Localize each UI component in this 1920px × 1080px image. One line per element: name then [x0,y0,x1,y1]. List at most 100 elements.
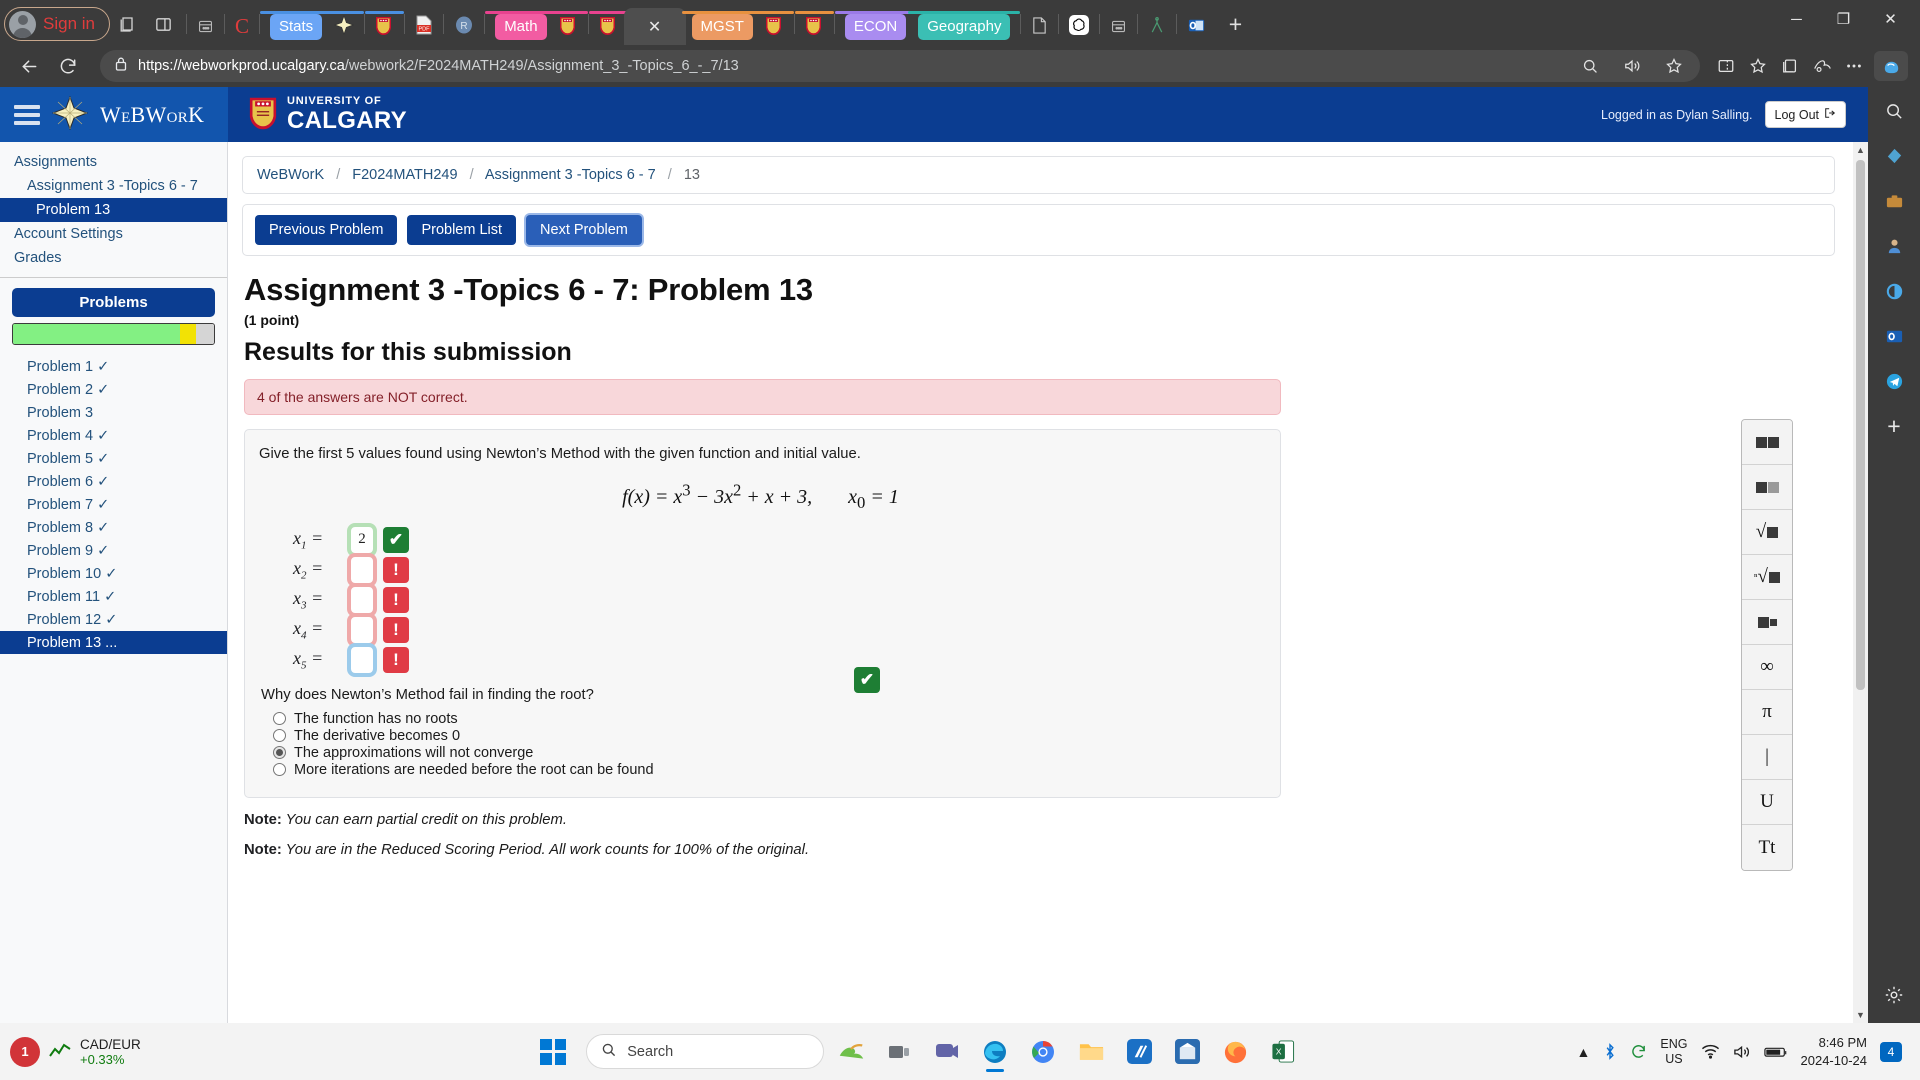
taskbar-chrome-icon[interactable] [1022,1031,1064,1073]
problem-link-6[interactable]: Problem 6 ✓ [0,470,227,493]
tab-webwork[interactable] [324,8,365,45]
sidebar-item-account-settings[interactable]: Account Settings [0,222,227,246]
problem-list-button[interactable]: Problem List [407,215,517,245]
tab-chatgpt[interactable] [1063,8,1095,45]
tab-notes-2[interactable] [1104,8,1133,45]
tab-econ[interactable]: ECON [834,8,917,45]
scroll-down-arrow-icon[interactable]: ▼ [1856,1007,1865,1023]
minimize-button[interactable]: ─ [1773,0,1820,38]
problem-link-4[interactable]: Problem 4 ✓ [0,424,227,447]
read-aloud-icon[interactable] [1616,50,1648,82]
copilot-button[interactable] [1874,51,1908,81]
close-icon[interactable]: ✕ [648,17,661,37]
radio-icon-option-1[interactable] [273,712,286,726]
problem-link-5[interactable]: Problem 5 ✓ [0,447,227,470]
key-superscript[interactable] [1742,420,1792,465]
notification-badge[interactable]: 4 [1880,1041,1902,1062]
key-pi[interactable]: π [1742,690,1792,735]
key-sqrt[interactable]: √ [1742,510,1792,555]
key-union[interactable]: U [1742,780,1792,825]
tab-stats[interactable]: Stats [260,8,333,45]
key-text[interactable]: Tt [1742,825,1792,870]
problem-link-3[interactable]: Problem 3 [0,401,227,424]
wifi-icon[interactable] [1701,1044,1720,1059]
settings-gear-icon[interactable] [1878,979,1910,1011]
close-window-button[interactable]: ✕ [1867,0,1914,38]
browser-essentials-icon[interactable] [1878,275,1910,307]
language-indicator[interactable]: ENG US [1660,1037,1687,1067]
logout-button[interactable]: Log Out [1764,101,1846,128]
taskbar-explorer-icon[interactable] [1070,1031,1112,1073]
tab-c[interactable]: C [229,8,255,45]
show-hidden-icons-chevron-icon[interactable]: ▲ [1577,1044,1591,1060]
sidebar-item-assignments[interactable]: Assignments [0,150,227,174]
split-screen-icon[interactable] [146,6,182,42]
outlook-icon[interactable] [1878,320,1910,352]
next-problem-button[interactable]: Next Problem [526,215,642,245]
tab-notes[interactable] [191,8,220,45]
tab-mgst[interactable]: MGST [681,8,763,45]
more-options-icon[interactable] [1838,50,1870,82]
taskbar-clock[interactable]: 8:46 PM 2024-10-24 [1801,1034,1868,1069]
problem-link-2[interactable]: Problem 2 ✓ [0,378,227,401]
tab-ucalgary-5[interactable] [794,8,834,45]
taskbar-app-icon[interactable] [1118,1031,1160,1073]
address-bar[interactable]: https://webworkprod.ucalgary.ca/webwork2… [100,50,1700,82]
taskbar-taskview-icon[interactable] [878,1031,920,1073]
answer-input-5[interactable] [347,642,377,677]
favorites-icon[interactable] [1742,50,1774,82]
tab-active-webwork[interactable]: ✕ [623,8,686,45]
taskbar-widgets-icon[interactable] [830,1031,872,1073]
key-nth-root[interactable]: ⁿ √ [1742,555,1792,600]
option-row-4[interactable]: More iterations are needed before the ro… [273,762,1262,778]
volume-icon[interactable] [1733,1044,1751,1060]
zoom-search-icon[interactable] [1574,50,1606,82]
split-screen-toolbar-icon[interactable] [1710,50,1742,82]
tab-ucalgary-2[interactable] [548,8,588,45]
problem-link-12[interactable]: Problem 12 ✓ [0,608,227,631]
key-fraction[interactable] [1742,465,1792,510]
tab-r[interactable]: R [448,8,480,45]
problem-link-9[interactable]: Problem 9 ✓ [0,539,227,562]
refresh-button[interactable] [51,49,85,83]
tab-ucalgary-4[interactable] [754,8,794,45]
telegram-icon[interactable] [1878,365,1910,397]
taskbar-excel-icon[interactable]: X [1262,1031,1304,1073]
previous-problem-button[interactable]: Previous Problem [255,215,398,245]
option-row-2[interactable]: The derivative becomes 0 [273,728,1262,744]
answer-input-4[interactable] [347,612,377,647]
problem-link-1[interactable]: Problem 1 ✓ [0,355,227,378]
taskbar-search-box[interactable]: Search [586,1034,825,1069]
option-row-1[interactable]: The function has no roots [273,711,1262,727]
tab-compass[interactable] [1142,8,1172,45]
menu-hamburger-icon[interactable] [14,104,40,125]
bluetooth-icon[interactable] [1603,1043,1617,1060]
tab-math[interactable]: Math [485,8,557,45]
problem-link-7[interactable]: Problem 7 ✓ [0,493,227,516]
maximize-button[interactable]: ❐ [1820,0,1867,38]
tab-geography[interactable]: Geography [908,8,1021,45]
taskbar-edge-icon[interactable] [974,1031,1016,1073]
problem-link-8[interactable]: Problem 8 ✓ [0,516,227,539]
sidebar-item-assignment-3[interactable]: Assignment 3 -Topics 6 - 7 [0,174,227,198]
scroll-thumb[interactable] [1856,160,1865,690]
key-infinity[interactable]: ∞ [1742,645,1792,690]
taskbar-teams-icon[interactable] [926,1031,968,1073]
problem-link-13[interactable]: Problem 13 ... [0,631,227,654]
breadcrumb-item-course[interactable]: F2024MATH249 [352,167,457,183]
breadcrumb-item-webwork[interactable]: WeBWorK [257,167,324,183]
taskbar-start-icon[interactable] [532,1031,574,1073]
taskbar-stocks-widget[interactable]: 1 CAD/EUR +0.33% [10,1036,260,1067]
sync-icon[interactable] [1630,1043,1647,1060]
tab-outlook[interactable] [1181,8,1212,45]
browser-essentials-icon[interactable] [1806,50,1838,82]
problems-header-button[interactable]: Problems [12,288,215,317]
new-tab-button[interactable]: + [1220,11,1250,38]
games-icon[interactable] [1878,230,1910,262]
tab-ucalgary-1[interactable] [365,8,405,45]
key-abs[interactable]: | [1742,735,1792,780]
add-icon[interactable]: + [1878,410,1910,442]
taskbar-firefox-icon[interactable] [1214,1031,1256,1073]
answer-input-2[interactable] [347,552,377,587]
collections-toolbar-icon[interactable] [1774,50,1806,82]
